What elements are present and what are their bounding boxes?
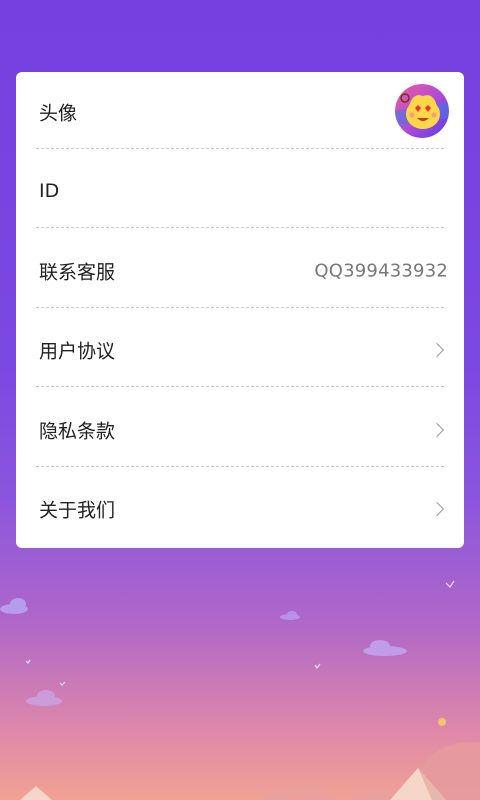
cloud [280,611,300,620]
row-contact-service[interactable]: 联系客服 QQ399433932 [16,231,464,310]
chevron-right-icon [429,501,445,516]
divider [36,386,444,387]
chevron-right-icon [429,422,445,437]
divider [36,466,444,467]
divider [36,307,444,308]
contact-qq-value: QQ399433932 [314,260,448,281]
divider [36,148,444,149]
bird [25,580,455,686]
cloud [26,690,62,706]
row-about-us-label: 关于我们 [39,499,116,521]
row-user-agreement-label: 用户协议 [39,340,116,362]
chevron-right-icon [429,342,445,357]
row-privacy-policy[interactable]: 隐私条款 [16,390,464,469]
cloud [0,598,28,614]
settings-card: 头像 ID 联系客服 QQ399433932 用户协议 隐私条款 关于我们 [16,72,464,548]
row-about-us[interactable]: 关于我们 [16,469,464,548]
pyramid [20,786,52,800]
row-contact-service-label: 联系客服 [39,261,116,283]
cloud [363,640,407,656]
avatar-image[interactable] [395,84,449,138]
row-avatar[interactable]: 头像 [16,72,464,151]
row-user-agreement[interactable]: 用户协议 [16,310,464,389]
row-privacy-policy-label: 隐私条款 [39,420,116,442]
hill [262,789,338,800]
row-id-label: ID [39,179,60,202]
lantern [438,718,446,726]
divider [36,227,444,228]
row-id[interactable]: ID [16,151,464,230]
row-avatar-label: 头像 [39,102,78,124]
